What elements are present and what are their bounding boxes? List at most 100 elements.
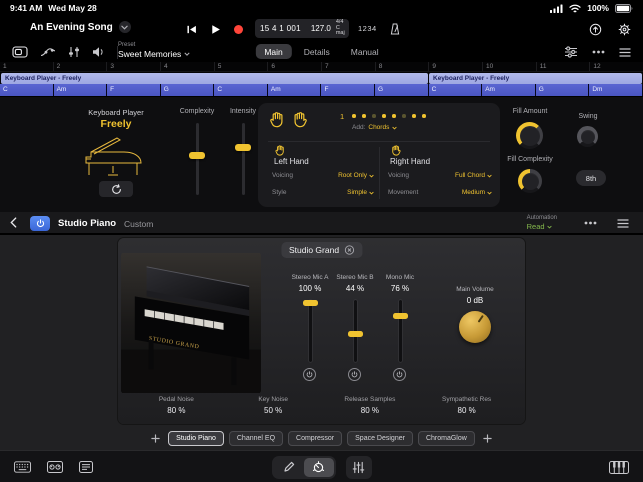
tab-details[interactable]: Details — [295, 44, 339, 59]
complexity-slider[interactable] — [196, 123, 199, 195]
param-sympathetic-res[interactable]: Sympathetic Res 80 % — [418, 396, 515, 415]
mic-slider[interactable] — [309, 300, 312, 362]
menu-button[interactable] — [619, 48, 631, 57]
plugin-menu-button[interactable] — [617, 219, 629, 228]
mic-slider-thumb[interactable] — [348, 331, 363, 337]
song-title-menu[interactable]: An Evening Song — [30, 21, 131, 33]
fill-complexity-knob[interactable] — [518, 169, 542, 193]
count-in-button[interactable]: 1234 — [358, 24, 377, 33]
chord-cell[interactable]: C — [429, 84, 483, 96]
lcd-playhead-position[interactable]: 15 4 1 001 — [260, 24, 301, 33]
automation-control[interactable]: Automation Read — [527, 215, 557, 231]
param-pedal-noise[interactable]: Pedal Noise 80 % — [128, 396, 225, 415]
lcd-tempo[interactable]: 127.0 — [311, 24, 331, 33]
ruler-bar: 10 — [482, 62, 536, 71]
close-circle-icon[interactable] — [344, 245, 354, 255]
typing-keyboard-button[interactable] — [14, 461, 31, 473]
regenerate-performance-button[interactable] — [99, 181, 133, 197]
mic-power-button[interactable] — [303, 368, 316, 381]
share-button[interactable] — [589, 23, 602, 36]
play-surface-button[interactable] — [609, 461, 629, 474]
back-button[interactable] — [10, 217, 17, 228]
record-button[interactable] — [234, 25, 243, 34]
add-plugin-button-right[interactable] — [480, 434, 495, 443]
plugin-chain-item-compressor[interactable]: Compressor — [288, 431, 342, 446]
more-button[interactable] — [592, 50, 605, 54]
add-value: Chords — [368, 124, 389, 131]
intensity-slider[interactable] — [242, 123, 245, 195]
right-hand-icon[interactable] — [291, 110, 309, 128]
plus-icon — [151, 434, 160, 443]
chord-cell[interactable]: Dm — [589, 84, 643, 96]
tab-main[interactable]: Main — [255, 44, 291, 59]
beat-pattern-strip[interactable] — [352, 114, 426, 118]
plugin-chain-item-channel-eq[interactable]: Channel EQ — [229, 431, 283, 446]
timeline-ruler[interactable]: 1 2 3 4 5 6 7 8 9 10 11 12 — [0, 62, 643, 72]
mic-slider[interactable] — [354, 300, 357, 362]
chord-cell[interactable]: C — [214, 84, 268, 96]
plugins-view-button[interactable] — [304, 458, 334, 477]
grand-piano-illustration — [76, 133, 156, 179]
plugin-chain-item-space-designer[interactable]: Space Designer — [347, 431, 413, 446]
left-hand-icon[interactable] — [268, 110, 286, 128]
chord-cell[interactable]: G — [536, 84, 590, 96]
left-hand-style-row[interactable]: Style Simple — [272, 189, 374, 196]
chord-cell[interactable]: G — [161, 84, 215, 96]
chord-cell[interactable]: F — [107, 84, 161, 96]
song-menu-chevron-icon[interactable] — [119, 21, 131, 33]
mic-power-button[interactable] — [393, 368, 406, 381]
plugin-chain-item-chromaglow[interactable]: ChromaGlow — [418, 431, 475, 446]
chord-cell[interactable]: Am — [268, 84, 322, 96]
browser-button[interactable] — [79, 461, 93, 473]
left-hand-voicing-row[interactable]: Voicing Root Only — [272, 172, 374, 179]
add-chords-control[interactable]: Add: Chords — [352, 124, 397, 131]
plugin-more-button[interactable] — [584, 221, 597, 225]
lcd-signature[interactable]: 4/4 C maj — [336, 20, 345, 37]
chord-cell[interactable]: G — [375, 84, 429, 96]
regions-view-button[interactable] — [12, 46, 28, 58]
display-settings-button[interactable] — [564, 46, 578, 58]
region-keyboard-player-1[interactable]: Keyboard Player - Freely — [1, 73, 428, 84]
mic-power-button[interactable] — [348, 368, 361, 381]
right-hand-movement-row[interactable]: Movement Medium — [388, 189, 492, 196]
right-hand-voicing-row[interactable]: Voicing Full Chord — [388, 172, 492, 179]
swing-knob[interactable] — [577, 126, 598, 147]
monitor-button[interactable] — [92, 46, 105, 58]
plugin-power-button[interactable] — [30, 216, 50, 231]
param-key-noise[interactable]: Key Noise 50 % — [225, 396, 322, 415]
fill-rate-button[interactable]: 8th — [576, 170, 606, 186]
add-plugin-button-left[interactable] — [148, 434, 163, 443]
fill-amount-knob[interactable] — [516, 122, 543, 149]
main-volume-knob[interactable] — [459, 311, 491, 343]
left-hand-small-icon — [274, 144, 286, 156]
mixer-view-button[interactable] — [346, 456, 372, 479]
automation-view-button[interactable] — [40, 46, 56, 58]
controls-panel-button[interactable] — [47, 461, 63, 473]
settings-button[interactable] — [618, 23, 631, 36]
metronome-button[interactable] — [390, 23, 400, 35]
chord-cell[interactable]: Am — [54, 84, 108, 96]
main-volume-value: 0 dB — [445, 296, 505, 305]
go-to-beginning-button[interactable] — [186, 24, 197, 35]
player-style-selector[interactable]: Freely — [58, 118, 174, 130]
plugin-chain-item-studio-piano[interactable]: Studio Piano — [168, 431, 224, 446]
complexity-slider-thumb[interactable] — [189, 152, 205, 159]
intensity-slider-thumb[interactable] — [235, 144, 251, 151]
editor-pencil-button[interactable] — [274, 458, 304, 477]
lcd-display[interactable]: 15 4 1 001 127.0 4/4 C maj — [255, 19, 349, 38]
mic-slider-thumb[interactable] — [303, 300, 318, 306]
chord-cell[interactable]: Am — [482, 84, 536, 96]
fader-view-button[interactable] — [68, 46, 80, 58]
lcd-key: C maj — [336, 26, 345, 38]
param-release-samples[interactable]: Release Samples 80 % — [322, 396, 419, 415]
plugin-preset-selector[interactable]: Custom — [124, 219, 153, 229]
chord-cell[interactable]: C — [0, 84, 54, 96]
tab-manual[interactable]: Manual — [342, 44, 388, 59]
mic-slider-thumb[interactable] — [393, 313, 408, 319]
piano-model-selector[interactable]: Studio Grand — [281, 242, 362, 258]
mic-slider[interactable] — [399, 300, 402, 362]
chord-cell[interactable]: F — [321, 84, 375, 96]
play-button[interactable] — [210, 24, 221, 35]
preset-selector[interactable]: Preset Sweet Memories — [118, 42, 190, 59]
region-keyboard-player-2[interactable]: Keyboard Player - Freely — [429, 73, 642, 84]
